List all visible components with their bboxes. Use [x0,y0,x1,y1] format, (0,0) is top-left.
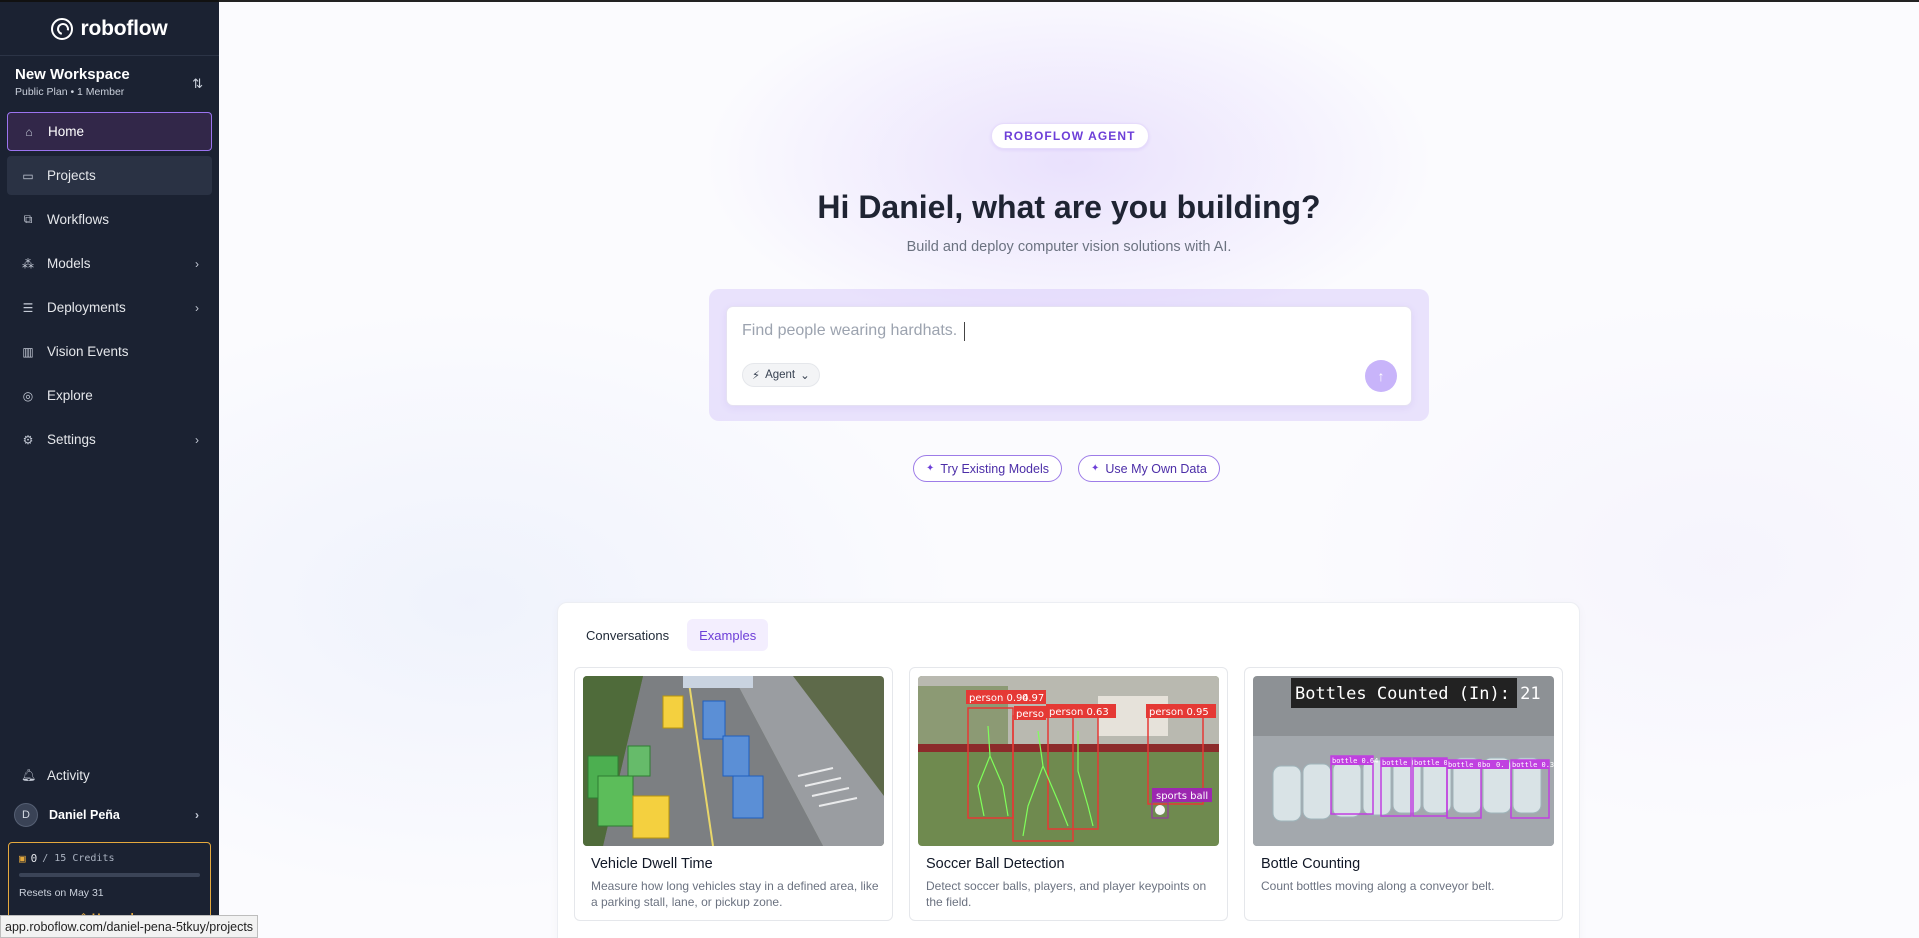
mode-selector[interactable]: ⚡︎ Agent ⌄ [742,363,820,387]
sidebar-item-deployments[interactable]: ☰ Deployments › [7,288,212,327]
example-card-vehicle-dwell[interactable]: Vehicle Dwell Time Measure how long vehi… [574,667,893,921]
use-own-data-button[interactable]: ✦ Use My Own Data [1078,455,1220,482]
example-thumbnail: Bottles Counted (In): 21 bottle 0.64 bot… [1253,676,1554,846]
sidebar-item-models[interactable]: ⁂ Models › [7,244,212,283]
coins-icon: ▣ [19,852,26,865]
page-subtitle: Build and deploy computer vision solutio… [906,239,1232,255]
chart-icon: ▥ [22,344,34,359]
count-overlay: Bottles Counted (In): 21 [1295,684,1541,704]
agent-badge: ROBOFLOW AGENT [991,123,1149,149]
example-title: Vehicle Dwell Time [591,856,713,872]
link-status-bar: app.roboflow.com/daniel-pena-5tkuy/proje… [0,915,259,938]
activity-label: Activity [47,767,90,783]
chevron-right-icon: › [195,808,199,822]
chevron-right-icon: › [195,300,199,315]
page-title: Hi Daniel, what are you building? [817,189,1321,225]
sparkle-icon: ✦ [1091,463,1100,474]
gear-icon: ⚙ [22,432,34,447]
sidebar-item-label: Settings [47,432,96,447]
arrow-up-icon: ↑ [1377,368,1385,384]
roboflow-logo-icon [51,17,74,40]
brand-name: roboflow [80,16,168,40]
panel-tabs: Conversations Examples [574,619,769,651]
credits-total: / 15 Credits [42,853,115,864]
chip-label: Try Existing Models [940,461,1049,476]
credits-progress [19,873,200,877]
prompt-input[interactable] [742,322,1342,340]
example-description: Count bottles moving along a conveyor be… [1261,879,1495,893]
example-title: Bottle Counting [1261,856,1361,872]
user-name: Daniel Peña [49,808,120,822]
detection-label: person 0.95 [1149,707,1209,718]
sidebar-item-workflows[interactable]: ⧉ Workflows [7,200,212,239]
detection-label: bo [1482,761,1490,769]
sidebar-nav: ⌂ Home ▭ Projects ⧉ Workflows ⁂ Models ›… [0,108,219,468]
detection-label: bottle 0 [1414,759,1448,767]
chip-label: Use My Own Data [1105,461,1207,476]
detection-label: perso [1016,709,1044,720]
conversations-panel: Conversations Examples Vehicle Dwell Tim… [557,602,1580,938]
example-title: Soccer Ball Detection [926,856,1065,872]
sidebar-item-settings[interactable]: ⚙ Settings › [7,420,212,459]
example-thumbnail [583,676,884,846]
workflow-icon: ⧉ [23,212,33,226]
example-description: Detect soccer balls, players, and player… [926,879,1207,909]
example-description: Measure how long vehicles stay in a defi… [591,879,879,909]
tab-conversations[interactable]: Conversations [574,619,681,651]
prompt-box: ⚡︎ Agent ⌄ ↑ [726,306,1412,406]
workspace-name: New Workspace [15,66,130,83]
sidebar-item-label: Deployments [47,300,126,315]
chevron-right-icon: › [195,432,199,447]
example-card-bottle-counting[interactable]: Bottles Counted (In): 21 bottle 0.64 bot… [1244,667,1563,921]
sidebar: roboflow New Workspace Public Plan • 1 M… [0,0,219,938]
avatar: D [14,803,38,827]
sidebar-item-label: Workflows [47,212,110,227]
example-card-soccer-ball[interactable]: person 0.94 0.97 perso person 0.63 perso… [909,667,1228,921]
detection-label: 0. [1496,761,1504,769]
credits-used: 0 [30,852,38,865]
home-icon: ⌂ [25,124,33,139]
sidebar-item-label: Vision Events [47,344,129,359]
workspace-plan: Public Plan • 1 Member [15,86,125,98]
credits-line: ▣ 0 / 15 Credits [19,852,200,865]
sidebar-bottom: 🔔︎ Activity D Daniel Peña › ▣ 0 / 15 Cre… [0,758,219,938]
send-button[interactable]: ↑ [1365,360,1397,392]
chevron-down-icon: ⌄ [800,370,810,382]
example-thumbnail: person 0.94 0.97 perso person 0.63 perso… [918,676,1219,846]
mode-label: Agent [765,369,796,381]
sidebar-item-label: Explore [47,388,93,403]
models-icon: ⁂ [22,256,34,271]
inbox-icon: ▭ [22,168,34,183]
credits-reset: Resets on May 31 [19,887,104,899]
detection-label: 0.97 [1022,693,1044,704]
sidebar-item-home[interactable]: ⌂ Home [7,112,212,151]
detection-label: person 0.94 [969,693,1029,704]
server-icon: ☰ [22,300,34,315]
detection-label: bottle 0.32 [1512,761,1554,769]
user-menu[interactable]: D Daniel Peña › [0,792,219,838]
workspace-switcher[interactable]: New Workspace Public Plan • 1 Member ⇅ [0,56,219,108]
bolt-icon: ⚡︎ [752,370,761,382]
sidebar-item-activity[interactable]: 🔔︎ Activity [0,758,219,792]
sidebar-item-label: Projects [47,168,96,183]
text-caret [964,322,965,341]
sidebar-item-vision-events[interactable]: ▥ Vision Events [7,332,212,371]
detection-label: bottle 0.64 [1332,757,1378,765]
try-existing-models-button[interactable]: ✦ Try Existing Models [913,455,1062,482]
chevron-right-icon: › [195,256,199,271]
sidebar-item-label: Home [48,124,85,139]
sidebar-item-label: Models [47,256,91,271]
main-content: ROBOFLOW AGENT Hi Daniel, what are you b… [219,0,1919,938]
bell-icon: 🔔︎ [21,768,37,782]
sparkle-icon: ✦ [926,463,935,474]
sidebar-item-explore[interactable]: ◎ Explore [7,376,212,415]
detection-label: person 0.63 [1049,707,1109,718]
compass-icon: ◎ [22,388,34,403]
tab-examples[interactable]: Examples [687,619,769,651]
swap-arrows-icon[interactable]: ⇅ [192,76,203,92]
sidebar-item-projects[interactable]: ▭ Projects [7,156,212,195]
detection-label: sports ball [1156,791,1208,802]
brand-logo[interactable]: roboflow [0,2,219,56]
